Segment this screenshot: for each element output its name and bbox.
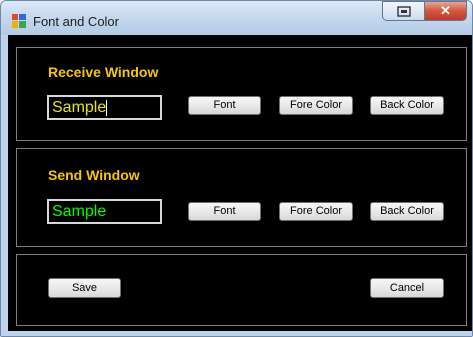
receive-fore-color-button[interactable]: Fore Color: [279, 96, 353, 115]
title-bar[interactable]: Font and Color ✕: [1, 1, 472, 35]
send-sample-text: Sample: [52, 203, 107, 220]
receive-window-group: Receive Window Sample Font Fore Color Ba…: [16, 47, 467, 141]
send-window-label: Send Window: [48, 167, 140, 183]
app-icon: [12, 14, 26, 28]
send-window-group: Send Window Sample Font Fore Color Back …: [16, 148, 467, 247]
restore-button[interactable]: [382, 1, 425, 21]
cancel-button[interactable]: Cancel: [370, 278, 444, 298]
receive-sample-textbox[interactable]: Sample: [47, 95, 162, 120]
restore-icon: [397, 6, 411, 17]
send-back-color-button[interactable]: Back Color: [370, 202, 444, 221]
dialog-client-area: Receive Window Sample Font Fore Color Ba…: [8, 35, 472, 331]
send-fore-color-button[interactable]: Fore Color: [279, 202, 353, 221]
send-sample-textbox[interactable]: Sample: [47, 199, 162, 224]
close-button[interactable]: ✕: [424, 1, 467, 21]
font-and-color-window: Font and Color ✕ Receive Window Sample F…: [0, 0, 473, 337]
actions-group: Save Cancel: [16, 254, 467, 326]
close-icon: ✕: [440, 3, 451, 18]
receive-sample-text: Sample: [52, 99, 107, 116]
receive-back-color-button[interactable]: Back Color: [370, 96, 444, 115]
send-font-button[interactable]: Font: [188, 202, 261, 221]
save-button[interactable]: Save: [48, 278, 121, 298]
text-caret: [106, 99, 108, 116]
receive-window-label: Receive Window: [48, 64, 159, 80]
window-title: Font and Color: [33, 14, 119, 29]
receive-font-button[interactable]: Font: [188, 96, 261, 115]
